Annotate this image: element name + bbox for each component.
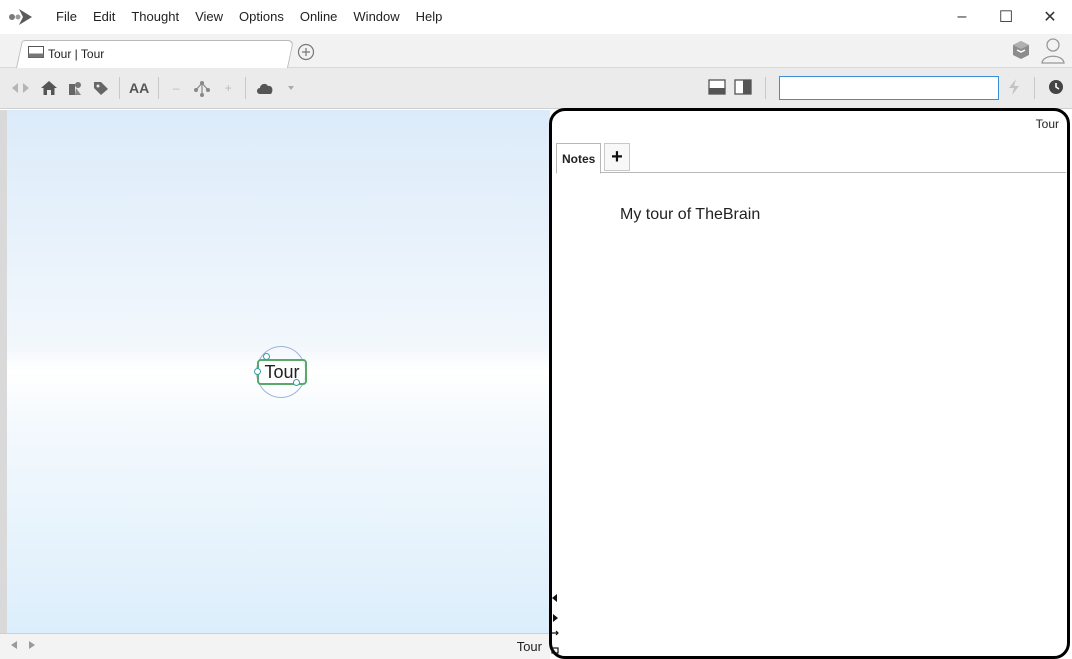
- tab-notes[interactable]: Notes: [556, 143, 602, 174]
- notes-panel: Tour Notes + My tour of TheBrain: [549, 108, 1070, 659]
- back-forward-icon[interactable]: [10, 76, 32, 100]
- menu-online[interactable]: Online: [292, 0, 346, 34]
- history-back-icon[interactable]: [10, 640, 18, 653]
- splitter-restore-icon: [551, 647, 559, 654]
- status-thought-name: Tour: [516, 639, 542, 654]
- cloud-icon[interactable]: [255, 76, 275, 100]
- user-account-icon[interactable]: [1040, 36, 1066, 67]
- brain-tab-content[interactable]: Tour | Tour: [28, 45, 104, 62]
- notes-content[interactable]: My tour of TheBrain: [620, 206, 760, 224]
- font-size-icon[interactable]: AA: [129, 76, 149, 100]
- toolbar-separator: [765, 77, 766, 99]
- history-arrows: [10, 640, 36, 653]
- jump-gate-dot[interactable]: [254, 368, 261, 375]
- tag-icon[interactable]: [92, 76, 110, 100]
- toolbar-separator: [1034, 77, 1035, 99]
- menu-options[interactable]: Options: [231, 0, 292, 34]
- menu-items: File Edit Thought View Options Online Wi…: [48, 0, 450, 34]
- notes-header-title: Tour: [1035, 117, 1059, 131]
- menu-help[interactable]: Help: [408, 0, 451, 34]
- home-icon[interactable]: [40, 76, 58, 100]
- brain-tab-icon: [28, 45, 44, 62]
- menu-window[interactable]: Window: [345, 0, 407, 34]
- history-forward-icon[interactable]: [28, 640, 36, 653]
- tabstrip-right-icons: [1010, 36, 1066, 67]
- notes-tabs: Notes +: [556, 141, 1066, 174]
- add-notes-tab-button[interactable]: +: [604, 143, 630, 171]
- toolbar: AA – +: [0, 68, 1072, 109]
- font-size-label: AA: [129, 80, 150, 96]
- add-tab-button[interactable]: [296, 42, 316, 62]
- app-logo-icon[interactable]: [8, 5, 38, 29]
- menu-edit[interactable]: Edit: [85, 0, 123, 34]
- plex-status-bar: Tour: [0, 633, 550, 659]
- brain-tab-label: Tour | Tour: [48, 46, 105, 61]
- menu-thought[interactable]: Thought: [123, 0, 187, 34]
- layout-icon[interactable]: [192, 76, 212, 100]
- splitter-right-arrow-icon: [553, 614, 558, 622]
- pins-icon[interactable]: [66, 76, 84, 100]
- splitter-expand-icon: [552, 630, 559, 636]
- expand-icon[interactable]: +: [220, 76, 236, 100]
- maximize-button[interactable]: ☐: [984, 0, 1028, 34]
- splitter-left-arrow-icon: [552, 594, 557, 602]
- minimize-button[interactable]: –: [940, 0, 984, 34]
- window-controls: – ☐ ✕: [940, 0, 1072, 34]
- toolbar-right: [708, 76, 1064, 100]
- menu-view[interactable]: View: [187, 0, 231, 34]
- toolbar-separator: [158, 77, 160, 99]
- search-input[interactable]: [779, 76, 999, 100]
- active-thought[interactable]: Tour: [253, 346, 313, 400]
- collapse-icon[interactable]: –: [168, 76, 184, 100]
- app-window: File Edit Thought View Options Online Wi…: [0, 0, 1072, 659]
- lightning-icon[interactable]: [1007, 78, 1021, 99]
- bottom-panel-icon[interactable]: [708, 78, 726, 98]
- left-frame-edge: [0, 110, 7, 633]
- parent-gate-dot[interactable]: [263, 353, 270, 360]
- brain-tab-strip: Tour | Tour: [0, 34, 1072, 68]
- menu-file[interactable]: File: [48, 0, 85, 34]
- splitter-controls: [551, 592, 559, 656]
- menu-bar: File Edit Thought View Options Online Wi…: [0, 0, 1072, 34]
- toolbar-separator: [119, 77, 120, 99]
- toolbar-separator: [245, 77, 247, 99]
- cube-icon[interactable]: [1010, 39, 1032, 64]
- clock-icon[interactable]: [1048, 79, 1064, 98]
- plex-view[interactable]: Tour: [7, 110, 550, 633]
- side-panel-icon[interactable]: [734, 78, 752, 98]
- child-gate-dot[interactable]: [293, 379, 300, 386]
- cloud-dropdown-icon[interactable]: [283, 76, 299, 100]
- close-button[interactable]: ✕: [1028, 0, 1072, 34]
